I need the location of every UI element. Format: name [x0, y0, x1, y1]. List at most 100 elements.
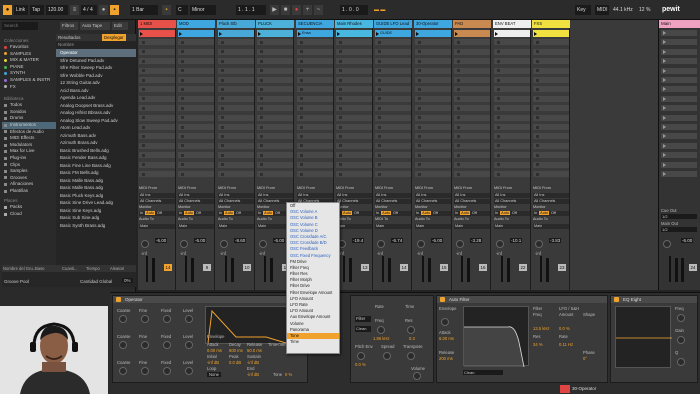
- clip-stop-icon[interactable]: [536, 163, 539, 167]
- osc-param-knob[interactable]: [185, 367, 193, 375]
- af-amount-value[interactable]: 0.0 %: [559, 326, 570, 331]
- clip-stop-icon[interactable]: [260, 116, 263, 120]
- monitor-auto[interactable]: Auto: [342, 211, 352, 215]
- clip-slot[interactable]: [178, 142, 214, 149]
- clip-stop-icon[interactable]: [260, 69, 263, 73]
- clip-slot[interactable]: [533, 39, 569, 46]
- monitor-switch[interactable]: InAutoOff: [454, 211, 490, 216]
- monitor-in[interactable]: In: [258, 211, 261, 215]
- clip-slot[interactable]: [375, 48, 411, 55]
- audio-to-select[interactable]: Main: [415, 223, 451, 229]
- collection-item[interactable]: MIX & MATER: [2, 57, 56, 64]
- file-list-item[interactable]: Azimuth Brass.adv: [56, 139, 136, 147]
- overdub-icon[interactable]: +: [303, 5, 312, 15]
- play-icon[interactable]: ▶: [270, 5, 279, 15]
- channel-select[interactable]: All Channels: [454, 198, 490, 204]
- clip-slot[interactable]: [297, 124, 333, 130]
- clip-stop-icon[interactable]: [142, 125, 145, 129]
- eq-power-icon[interactable]: [614, 297, 619, 302]
- env-loop-select[interactable]: None: [207, 372, 222, 377]
- clip-stop-icon[interactable]: [418, 116, 421, 120]
- clip-slot[interactable]: [218, 39, 254, 46]
- clip-slot[interactable]: [257, 105, 293, 112]
- clip-slot[interactable]: [454, 48, 490, 55]
- scene-launch-button[interactable]: [661, 152, 697, 159]
- clip-slot[interactable]: [375, 114, 411, 121]
- clip-play-icon[interactable]: [534, 31, 537, 36]
- clip-slot[interactable]: [139, 142, 175, 149]
- op-res-knob[interactable]: [407, 326, 415, 334]
- clip-stop-icon[interactable]: [181, 125, 184, 129]
- clip-slot[interactable]: [218, 58, 254, 65]
- track-volume-value[interactable]: -6.00: [273, 238, 286, 243]
- clip-stop-icon[interactable]: [142, 87, 145, 91]
- collection-item[interactable]: SAMPLES & INSTR: [2, 77, 56, 84]
- clip-play-icon[interactable]: [219, 31, 222, 36]
- library-item[interactable]: Max for Live: [2, 148, 56, 155]
- monitor-in[interactable]: In: [219, 211, 222, 215]
- file-list-item[interactable]: Basic Malle Bass.adg: [56, 177, 136, 185]
- clip-stop-icon[interactable]: [142, 106, 145, 110]
- monitor-switch[interactable]: InAutoOff: [494, 211, 530, 216]
- audio-to-select[interactable]: Main: [375, 223, 411, 229]
- clip-slot[interactable]: [218, 86, 254, 93]
- clip-slot[interactable]: [375, 86, 411, 93]
- clip-stop-icon[interactable]: [418, 125, 421, 129]
- clip-stop-icon[interactable]: [300, 153, 303, 157]
- clip-stop-icon[interactable]: [300, 134, 303, 138]
- track-activator[interactable]: 14: [164, 264, 172, 271]
- clip-play-icon[interactable]: [376, 31, 379, 36]
- library-item[interactable]: Sonidos: [2, 109, 56, 116]
- clip-slot[interactable]: [139, 161, 175, 168]
- clip-slot[interactable]: [454, 171, 490, 177]
- clip-stop-icon[interactable]: [221, 69, 224, 73]
- track-header[interactable]: MOD: [177, 20, 215, 28]
- clip-slot[interactable]: [454, 142, 490, 149]
- file-list-item[interactable]: Basic Fine Line Bass.adg: [56, 162, 136, 170]
- file-list-item[interactable]: Operator: [56, 49, 136, 57]
- key-map-button[interactable]: Key: [575, 5, 591, 15]
- track-pan-knob[interactable]: [180, 240, 188, 248]
- track-activator[interactable]: 9: [203, 264, 211, 271]
- scene-launch-button[interactable]: [661, 124, 697, 130]
- af-freq-value[interactable]: 13.5 kHz: [533, 326, 550, 331]
- clip[interactable]: [336, 30, 372, 37]
- clip-stop-icon[interactable]: [418, 59, 421, 63]
- clip-stop-icon[interactable]: [457, 116, 460, 120]
- clip-slot[interactable]: [139, 77, 175, 83]
- clip-stop-icon[interactable]: [497, 125, 500, 129]
- track-volume-value[interactable]: -3.28: [470, 238, 483, 243]
- clip-stop-icon[interactable]: [497, 69, 500, 73]
- clip-slot[interactable]: [218, 142, 254, 149]
- clip-stop-icon[interactable]: [142, 50, 145, 54]
- clip-stop-icon[interactable]: [221, 97, 224, 101]
- clip-stop-icon[interactable]: [181, 172, 184, 176]
- clip-stop-icon[interactable]: [181, 116, 184, 120]
- clip-slot[interactable]: [257, 124, 293, 130]
- clip-slot[interactable]: [139, 48, 175, 55]
- clip-stop-icon[interactable]: [181, 59, 184, 63]
- file-list-item[interactable]: Basic Sine Drive Lead.adg: [56, 199, 136, 207]
- clip-stop-icon[interactable]: [418, 97, 421, 101]
- clip-slot[interactable]: [336, 58, 372, 65]
- clip-slot[interactable]: [494, 133, 530, 140]
- clip-slot[interactable]: [297, 39, 333, 46]
- monitor-in[interactable]: In: [534, 211, 537, 215]
- midi-from-select[interactable]: All Ins: [533, 192, 569, 198]
- file-list-item[interactable]: Acid Bass.adv: [56, 87, 136, 95]
- clip-stop-icon[interactable]: [221, 50, 224, 54]
- clip-slot[interactable]: [415, 39, 451, 46]
- clip-stop-icon[interactable]: [378, 134, 381, 138]
- clip-slot[interactable]: [178, 124, 214, 130]
- clip-slot[interactable]: [218, 95, 254, 102]
- clip-slot[interactable]: [218, 171, 254, 177]
- clip-stop-icon[interactable]: [457, 69, 460, 73]
- midi-from-select[interactable]: All Ins: [375, 192, 411, 198]
- clip-slot[interactable]: [375, 67, 411, 74]
- clip-stop-icon[interactable]: [497, 144, 500, 148]
- clip-slot[interactable]: [139, 58, 175, 65]
- clip-slot[interactable]: [533, 133, 569, 140]
- clip-stop-icon[interactable]: [142, 144, 145, 148]
- clip-slot[interactable]: [218, 114, 254, 121]
- scene-launch-button[interactable]: [661, 161, 697, 168]
